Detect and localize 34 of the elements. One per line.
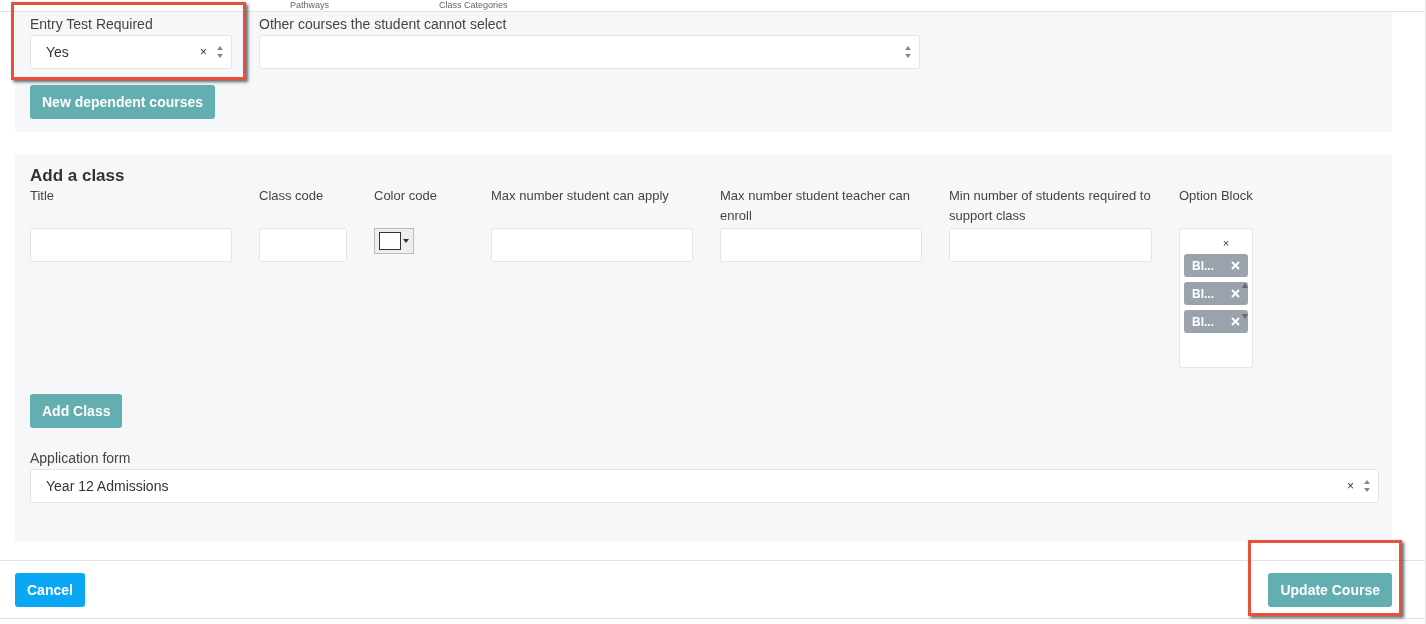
field-label: Entry Test Required xyxy=(30,16,154,32)
field-label: Color code xyxy=(374,187,438,205)
sort-arrows-icon xyxy=(217,46,223,58)
scroll-arrows-icon xyxy=(1242,283,1248,319)
field-label: Max number student teacher can enroll xyxy=(720,187,912,225)
caret-icon xyxy=(403,239,409,243)
input-field[interactable] xyxy=(30,228,232,262)
field-label: Min number of students required to support class xyxy=(949,187,1152,225)
input-field[interactable] xyxy=(720,228,922,262)
entry-test-select[interactable]: Yes × xyxy=(30,35,232,69)
input-field[interactable] xyxy=(949,228,1152,262)
option-tag: Bl... xyxy=(1184,282,1248,305)
color-picker[interactable] xyxy=(374,228,414,254)
application-form-select[interactable]: Year 12 Admissions × xyxy=(30,469,1379,503)
remove-icon[interactable] xyxy=(1231,261,1240,270)
field-label: Max number student can apply xyxy=(491,187,670,205)
field-label: Title xyxy=(30,187,56,205)
option-tag: Bl... xyxy=(1184,310,1248,333)
tab[interactable]: Class Categories xyxy=(439,0,508,11)
sort-arrows-icon xyxy=(905,46,911,58)
section-heading: Add a class xyxy=(30,166,126,186)
input-field[interactable] xyxy=(491,228,693,262)
remove-icon[interactable] xyxy=(1231,317,1240,326)
field-label: Class code xyxy=(259,187,325,205)
courses-select[interactable] xyxy=(259,35,920,69)
field-label: Application form xyxy=(30,450,132,466)
sort-arrows-icon xyxy=(1364,480,1370,492)
remove-icon[interactable] xyxy=(1231,289,1240,298)
option-tag: Bl... xyxy=(1184,254,1248,277)
field-label: Option Block xyxy=(1179,187,1254,205)
field-label: Other courses the student cannot select xyxy=(259,16,508,32)
option-block-select[interactable]: × Bl... Bl... Bl... xyxy=(1179,228,1253,368)
input-field[interactable] xyxy=(259,228,347,262)
tab[interactable]: Pathways xyxy=(290,0,330,11)
